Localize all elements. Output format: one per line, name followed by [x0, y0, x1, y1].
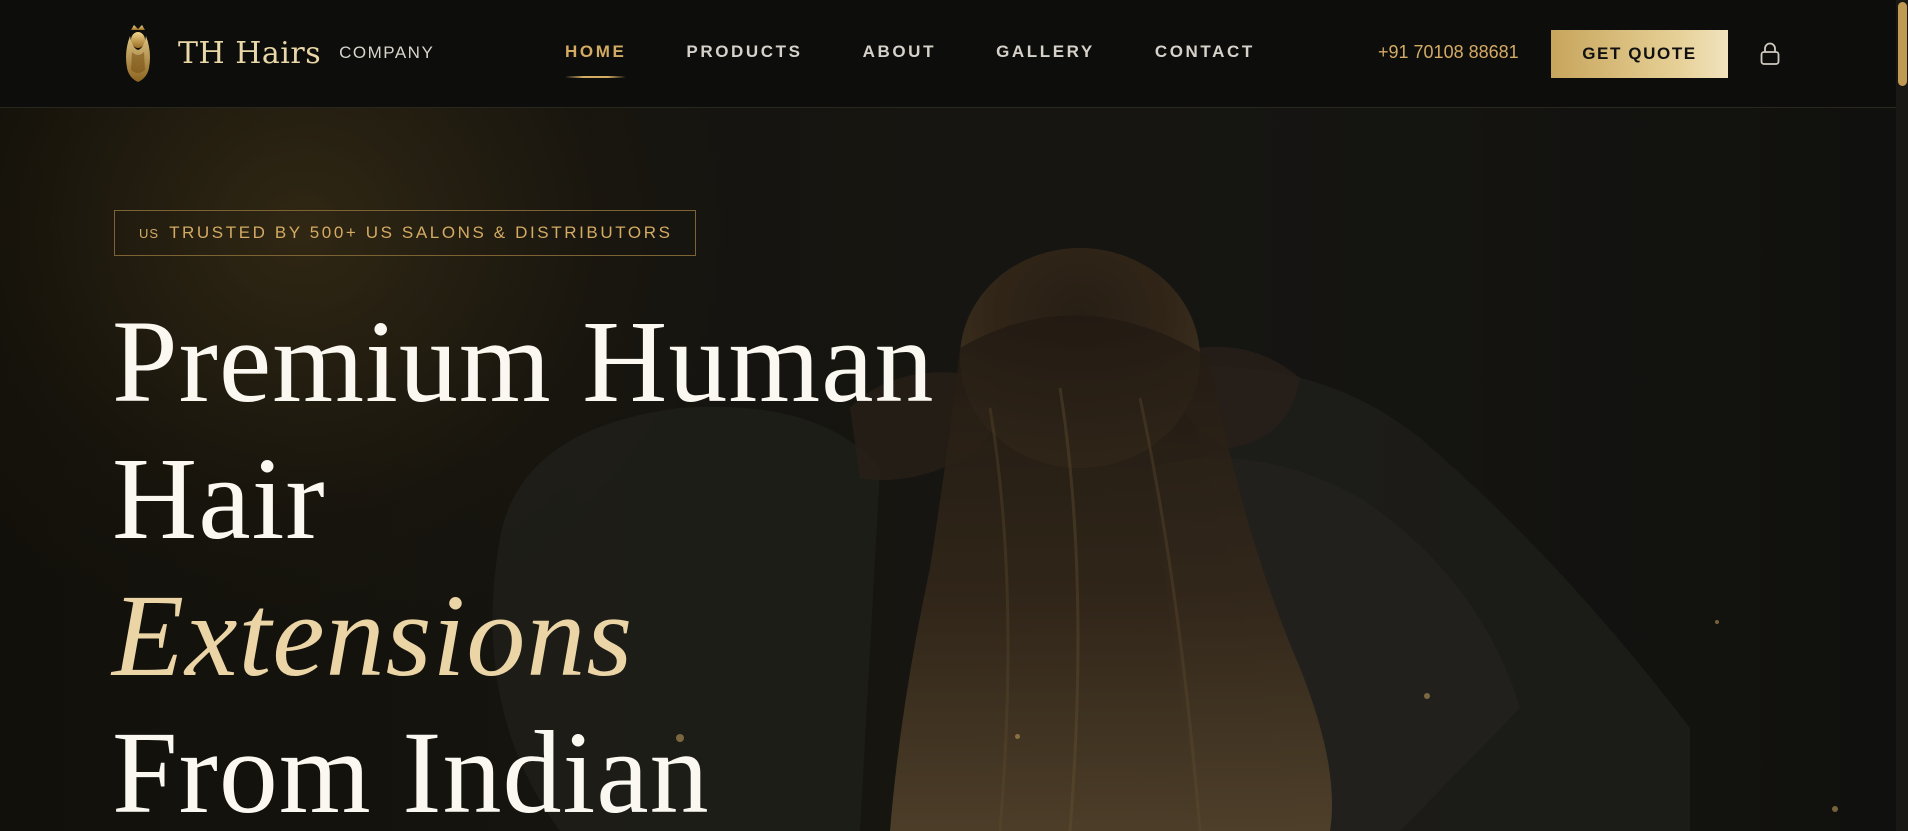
- get-quote-button[interactable]: GET QUOTE: [1551, 30, 1728, 78]
- page-scrollbar[interactable]: [1896, 0, 1908, 831]
- hero-headline: Premium Human Hair Extensions From India…: [112, 293, 935, 831]
- brand-subtitle: COMPANY: [339, 43, 435, 62]
- main-nav: HOME PRODUCTS ABOUT GALLERY CONTACT: [565, 42, 1315, 78]
- sparkle: [1715, 620, 1719, 624]
- hero-section: US TRUSTED BY 500+ US SALONS & DISTRIBUT…: [0, 108, 1896, 831]
- nav-gallery[interactable]: GALLERY: [996, 42, 1095, 62]
- us-flag-icon: US: [139, 225, 160, 241]
- nav-home[interactable]: HOME: [565, 42, 627, 78]
- lady-crown-logo-icon: [126, 25, 150, 82]
- site-header: TH Hairs COMPANY HOME PRODUCTS ABOUT GAL…: [0, 0, 1896, 108]
- trust-badge: US TRUSTED BY 500+ US SALONS & DISTRIBUT…: [114, 210, 696, 256]
- sparkle: [1832, 806, 1838, 812]
- brand[interactable]: TH Hairs COMPANY: [118, 20, 434, 86]
- nav-about[interactable]: ABOUT: [863, 42, 936, 62]
- headline-line-1: Premium Human: [112, 296, 935, 427]
- trust-badge-text: TRUSTED BY 500+ US SALONS & DISTRIBUTORS: [169, 223, 673, 242]
- headline-line-3: Extensions: [112, 570, 634, 701]
- brand-name: TH Hairs: [178, 35, 322, 71]
- sparkle: [1424, 693, 1430, 699]
- sparkle: [1015, 734, 1020, 739]
- nav-products[interactable]: PRODUCTS: [686, 42, 802, 62]
- headline-line-2: Hair: [112, 433, 326, 564]
- nav-contact[interactable]: CONTACT: [1155, 42, 1255, 62]
- lock-icon[interactable]: [1758, 41, 1782, 67]
- phone-link[interactable]: +91 70108 88681: [1378, 42, 1519, 63]
- headline-line-4: From Indian: [112, 707, 710, 831]
- scrollbar-thumb[interactable]: [1898, 2, 1907, 86]
